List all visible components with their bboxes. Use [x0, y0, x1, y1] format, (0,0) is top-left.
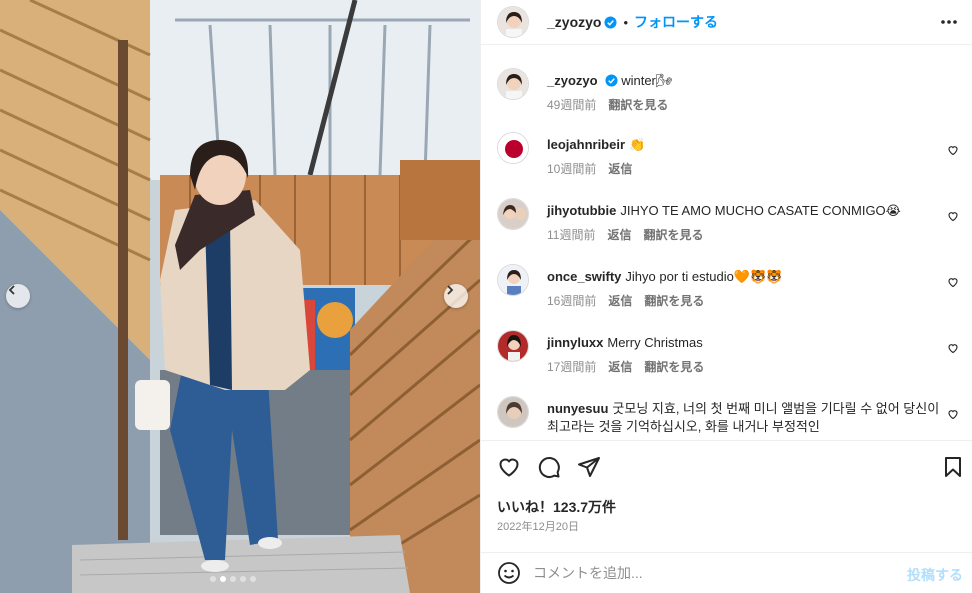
- commenter-avatar[interactable]: [497, 132, 529, 164]
- comment-text: Jihyo por ti estudio🧡🐯🐯: [625, 269, 783, 284]
- reply-link[interactable]: 返信: [608, 292, 632, 310]
- avatar-image: [498, 133, 528, 163]
- action-bar: いいね！123.7万件 2022年12月20日: [481, 440, 972, 552]
- caption-row: _zyozyo winter🌬 49週間前 翻訳を見る: [497, 68, 967, 114]
- comment-heart-icon[interactable]: [947, 210, 959, 222]
- avatar-image: [498, 69, 528, 99]
- avatar-image: [498, 265, 528, 295]
- verified-badge-icon: [604, 15, 618, 29]
- share-icon[interactable]: [577, 455, 601, 479]
- carousel-dot-active: [220, 576, 226, 582]
- comment-row: once_swifty Jihyo por ti estudio🧡🐯🐯 16週間前…: [497, 264, 967, 310]
- comment-username[interactable]: jinnyluxx: [547, 335, 603, 350]
- reply-link[interactable]: 返信: [607, 226, 631, 244]
- caption-emoji: 🌬: [655, 73, 673, 88]
- comment-heart-icon[interactable]: [947, 408, 959, 420]
- caption-text: winter: [621, 73, 656, 88]
- avatar-image: [498, 199, 528, 229]
- comment-text: JIHYO TE AMO MUCHO CASATE CONMIGO😭: [620, 203, 901, 218]
- chevron-right-icon: [447, 285, 454, 295]
- translate-link[interactable]: 翻訳を見る: [644, 292, 704, 310]
- comment-username[interactable]: nunyesuu: [547, 401, 608, 416]
- comment-row: leojahnribeir 👏 10週間前 返信: [497, 132, 967, 178]
- post-date: 2022年12月20日: [497, 521, 579, 533]
- commenter-avatar[interactable]: [497, 264, 529, 296]
- chevron-left-icon: [8, 285, 15, 295]
- carousel-indicator: [210, 576, 256, 582]
- bookmark-icon[interactable]: [941, 455, 965, 479]
- next-image-button[interactable]: [444, 284, 468, 308]
- likes-count[interactable]: いいね！123.7万件: [497, 497, 616, 517]
- carousel-dot: [210, 576, 216, 582]
- photo-illustration: [0, 0, 480, 593]
- commenter-avatar[interactable]: [497, 198, 529, 230]
- comment-heart-icon[interactable]: [947, 276, 959, 288]
- comment-text: 👏: [629, 137, 646, 152]
- comment-heart-icon[interactable]: [947, 144, 959, 156]
- commenter-avatar[interactable]: [497, 330, 529, 362]
- post-comment-button[interactable]: 投稿する: [907, 565, 963, 585]
- comments-list[interactable]: _zyozyo winter🌬 49週間前 翻訳を見る leojahnribei…: [481, 52, 972, 440]
- translate-link[interactable]: 翻訳を見る: [643, 226, 703, 244]
- comment-username[interactable]: leojahnribeir: [547, 137, 625, 152]
- more-horizontal-icon[interactable]: [939, 12, 959, 32]
- avatar-image: [498, 397, 528, 427]
- post-header: _zyozyo • フォローする: [481, 0, 972, 45]
- caption-username[interactable]: _zyozyo: [547, 73, 598, 88]
- comment-heart-icon[interactable]: [947, 342, 959, 354]
- author-avatar[interactable]: [497, 6, 529, 38]
- comment-icon[interactable]: [537, 455, 561, 479]
- post-side-panel: _zyozyo • フォローする _zyozyo winter🌬 49週間前 翻…: [480, 0, 972, 593]
- verified-badge-icon: [605, 74, 618, 87]
- comment-row: jihyotubbie JIHYO TE AMO MUCHO CASATE CON…: [497, 198, 967, 244]
- comment-username[interactable]: jihyotubbie: [547, 203, 616, 218]
- carousel-dot: [250, 576, 256, 582]
- emoji-icon[interactable]: [497, 561, 521, 585]
- previous-image-button[interactable]: [6, 284, 30, 308]
- comment-time: 17週間前: [547, 360, 597, 374]
- author-avatar[interactable]: [497, 68, 529, 100]
- comment-row: nunyesuu 굿모닝 지효, 너의 첫 번째 미니 앨범을 기다릴 수 없어 …: [497, 396, 967, 436]
- comment-text: Merry Christmas: [607, 335, 703, 350]
- comment-row: jinnyluxx Merry Christmas 17週間前 返信 翻訳を見る: [497, 330, 967, 376]
- author-username[interactable]: _zyozyo: [547, 14, 601, 30]
- comment-time: 10週間前: [547, 162, 597, 176]
- avatar-image: [498, 331, 528, 361]
- avatar-image: [498, 7, 528, 37]
- header-separator: •: [623, 14, 629, 30]
- comment-username[interactable]: once_swifty: [547, 269, 621, 284]
- translate-link[interactable]: 翻訳を見る: [644, 358, 704, 376]
- reply-link[interactable]: 返信: [608, 160, 632, 178]
- heart-icon[interactable]: [497, 455, 521, 479]
- post-photo[interactable]: [0, 0, 480, 593]
- follow-button[interactable]: フォローする: [634, 12, 718, 32]
- carousel-dot: [240, 576, 246, 582]
- comment-composer: 投稿する: [481, 552, 972, 593]
- caption-translate-link[interactable]: 翻訳を見る: [608, 96, 668, 114]
- comment-time: 11週間前: [547, 228, 596, 242]
- comment-time: 16週間前: [547, 294, 597, 308]
- caption-time: 49週間前: [547, 98, 597, 112]
- commenter-avatar[interactable]: [497, 396, 529, 428]
- reply-link[interactable]: 返信: [608, 358, 632, 376]
- comment-input[interactable]: [533, 565, 873, 581]
- carousel-dot: [230, 576, 236, 582]
